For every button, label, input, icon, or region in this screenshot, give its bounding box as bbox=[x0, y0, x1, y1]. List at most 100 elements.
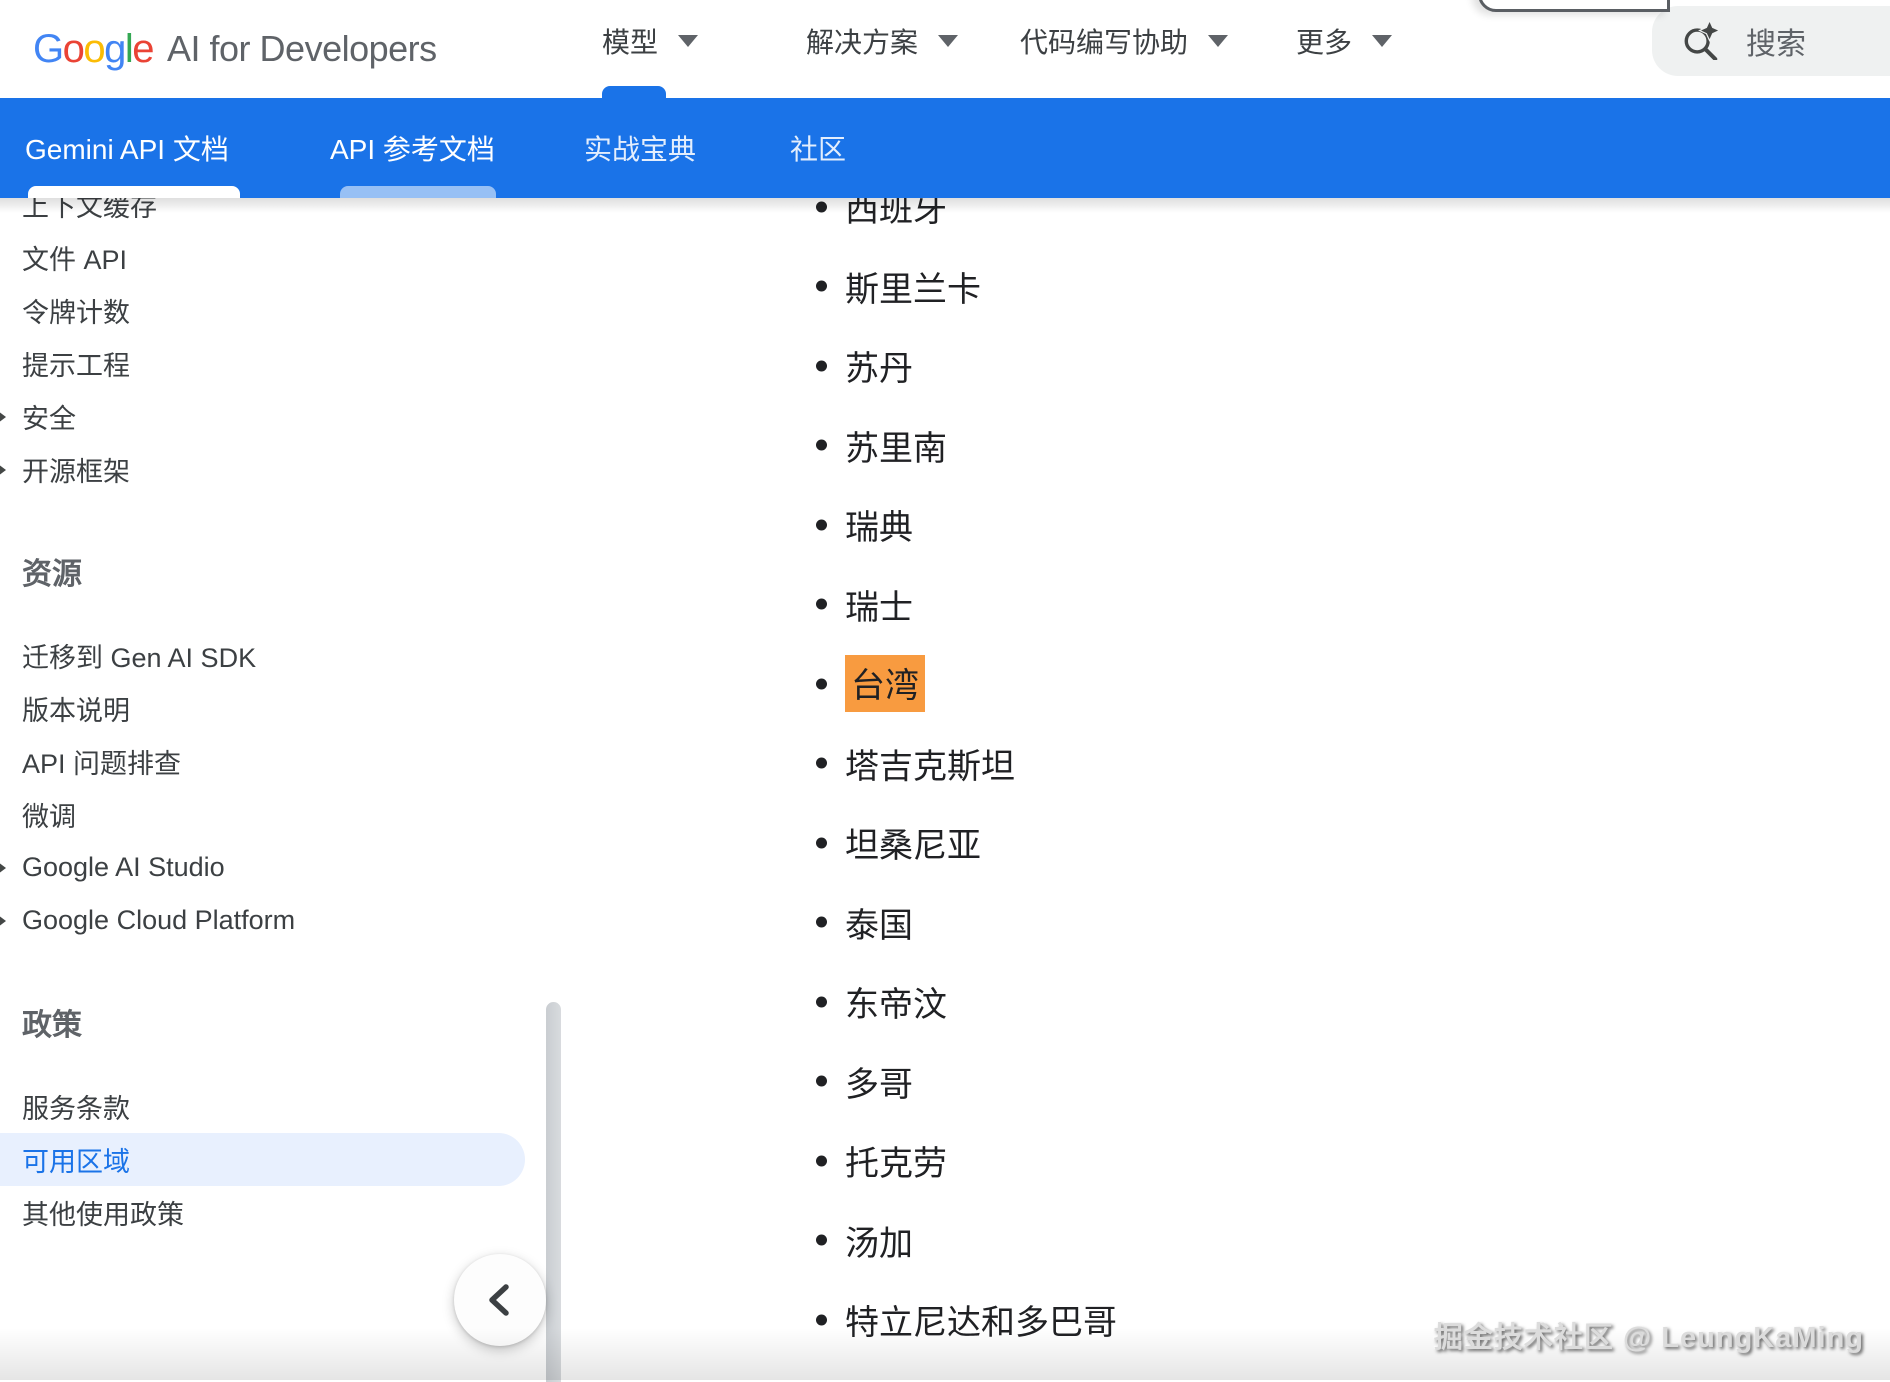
tab-3[interactable]: 实战宝典 bbox=[584, 98, 696, 198]
sidebar-section-title: 资源 bbox=[0, 541, 565, 601]
tab-underline bbox=[28, 186, 240, 198]
logo-letter: e bbox=[132, 27, 153, 71]
sidebar-item[interactable]: Google Cloud Platform bbox=[0, 894, 565, 947]
sidebar-nav: 上下文缓存文件 API 令牌计数提示工程安全开源框架资源迁移到 Gen AI SD… bbox=[0, 198, 565, 1380]
country-label: 特立尼达和多巴哥 bbox=[845, 1295, 1117, 1344]
sidebar-item-label: 上下文缓存 bbox=[22, 198, 157, 224]
chevron-down-icon bbox=[938, 35, 958, 47]
sidebar-item-label: 服务条款 bbox=[22, 1087, 130, 1126]
country-list-item: 泰国 bbox=[565, 883, 1890, 963]
collapse-sidebar-button[interactable] bbox=[454, 1254, 546, 1346]
country-list-item: 台湾 bbox=[565, 644, 1890, 724]
expand-arrow-icon[interactable] bbox=[0, 408, 6, 426]
top-header: Google AI for Developers 模型 解决方案 代码编写协助 更多 bbox=[0, 0, 1890, 98]
sidebar-item[interactable]: 上下文缓存 bbox=[0, 198, 565, 231]
sidebar-item-label: Google Cloud Platform bbox=[22, 905, 295, 936]
tab-4[interactable]: 社区 bbox=[790, 98, 846, 198]
country-label: 汤加 bbox=[845, 1216, 913, 1265]
tab-2[interactable]: API 参考文档 bbox=[330, 98, 495, 198]
country-list-item: 塔吉克斯坦 bbox=[565, 724, 1890, 804]
sidebar-section-list: 迁移到 Gen AI SDK 版本说明 API 问题排查微调 Google AI St… bbox=[0, 629, 565, 947]
sidebar-item-label: 微调 bbox=[22, 795, 76, 834]
top-nav-label: 更多 bbox=[1296, 21, 1352, 61]
sidebar-item[interactable]: 令牌计数 bbox=[0, 284, 565, 337]
search-label: 搜索 bbox=[1746, 19, 1806, 63]
sidebar-item-label: 迁移到 Gen AI SDK bbox=[22, 636, 256, 675]
sidebar-item-label: 安全 bbox=[22, 397, 76, 436]
top-nav-label: 解决方案 bbox=[806, 21, 918, 61]
tab-1[interactable]: Gemini API 文档 bbox=[25, 98, 229, 198]
country-label: 苏里南 bbox=[845, 421, 947, 470]
logo-letter: g bbox=[104, 27, 125, 71]
top-nav-1[interactable]: 模型 bbox=[602, 10, 698, 72]
sidebar-item[interactable]: 版本说明 bbox=[0, 682, 565, 735]
country-list-item: 西班牙 bbox=[565, 198, 1890, 247]
watermark: 掘金技术社区 @ LeungKaMing bbox=[1434, 1314, 1864, 1356]
sidebar-item[interactable]: 服务条款 bbox=[0, 1080, 565, 1133]
sidebar-item-label: Google AI Studio bbox=[22, 852, 225, 883]
logo-suffix: AI for Developers bbox=[167, 28, 437, 70]
main-content: 西班牙斯里兰卡苏丹苏里南瑞典瑞士台湾塔吉克斯坦坦桑尼亚泰国东帝汶多哥托克劳汤加特… bbox=[565, 198, 1890, 1380]
chevron-down-icon bbox=[1372, 35, 1392, 47]
chevron-down-icon bbox=[1208, 35, 1228, 47]
sidebar-item[interactable]: 可用区域 bbox=[0, 1133, 525, 1186]
top-nav-4[interactable]: 更多 bbox=[1296, 10, 1392, 72]
expand-arrow-icon[interactable] bbox=[0, 912, 6, 930]
ai-search-icon bbox=[1682, 22, 1720, 60]
google-logo: Google bbox=[33, 27, 153, 72]
country-label: 多哥 bbox=[845, 1057, 913, 1106]
sidebar-item[interactable]: 提示工程 bbox=[0, 337, 565, 390]
top-nav-2[interactable]: 解决方案 bbox=[806, 10, 958, 72]
chevron-left-icon bbox=[483, 1280, 517, 1320]
active-nav-indicator bbox=[602, 86, 666, 98]
sidebar-item[interactable]: 安全 bbox=[0, 390, 565, 443]
country-list-item: 瑞典 bbox=[565, 485, 1890, 565]
sidebar-item-label: API 问题排查 bbox=[22, 742, 181, 781]
sidebar-item[interactable]: API 问题排查 bbox=[0, 735, 565, 788]
sidebar-item[interactable]: 开源框架 bbox=[0, 443, 565, 496]
sidebar-item[interactable]: 文件 API bbox=[0, 231, 565, 284]
country-list-item: 斯里兰卡 bbox=[565, 247, 1890, 327]
expand-arrow-icon[interactable] bbox=[0, 859, 6, 877]
country-label: 托克劳 bbox=[845, 1136, 947, 1185]
sidebar-item-label: 版本说明 bbox=[22, 689, 130, 728]
country-label: 瑞士 bbox=[845, 580, 913, 629]
country-list-item: 苏里南 bbox=[565, 406, 1890, 486]
country-label: 斯里兰卡 bbox=[845, 262, 981, 311]
sidebar-item[interactable]: Google AI Studio bbox=[0, 841, 565, 894]
sidebar-item-label: 令牌计数 bbox=[22, 291, 130, 330]
expand-arrow-icon[interactable] bbox=[0, 461, 6, 479]
sidebar-item-label: 文件 API bbox=[22, 238, 127, 277]
sidebar-item-label: 开源框架 bbox=[22, 450, 130, 489]
country-label: 塔吉克斯坦 bbox=[845, 739, 1015, 788]
top-nav-3[interactable]: 代码编写协助 bbox=[1020, 10, 1228, 72]
sidebar-item-label: 其他使用政策 bbox=[22, 1193, 184, 1232]
country-list-item: 苏丹 bbox=[565, 326, 1890, 406]
logo-letter: o bbox=[83, 27, 104, 71]
tab-underline bbox=[340, 186, 496, 198]
chevron-down-icon bbox=[678, 35, 698, 47]
top-nav-label: 模型 bbox=[602, 21, 658, 61]
sidebar-item[interactable]: 迁移到 Gen AI SDK bbox=[0, 629, 565, 682]
sidebar-section-title: 政策 bbox=[0, 992, 565, 1052]
google-ai-developers-logo[interactable]: Google AI for Developers bbox=[33, 0, 437, 98]
country-list-item: 瑞士 bbox=[565, 565, 1890, 645]
country-label: 东帝汶 bbox=[845, 977, 947, 1026]
logo-letter: G bbox=[33, 27, 63, 71]
country-list-item: 多哥 bbox=[565, 1042, 1890, 1122]
country-label: 坦桑尼亚 bbox=[845, 818, 981, 867]
overlay-corner-box bbox=[1478, 0, 1670, 12]
sidebar-item[interactable]: 其他使用政策 bbox=[0, 1186, 565, 1239]
logo-letter: o bbox=[63, 27, 84, 71]
country-list-item: 东帝汶 bbox=[565, 962, 1890, 1042]
country-label: 泰国 bbox=[845, 898, 913, 947]
country-label: 苏丹 bbox=[845, 341, 913, 390]
sidebar-section-list: 服务条款可用区域其他使用政策 bbox=[0, 1080, 565, 1239]
sidebar-item[interactable]: 微调 bbox=[0, 788, 565, 841]
country-list-item: 坦桑尼亚 bbox=[565, 803, 1890, 883]
search-button[interactable]: 搜索 bbox=[1652, 6, 1890, 76]
country-label: 瑞典 bbox=[845, 500, 913, 549]
sidebar-item-label: 提示工程 bbox=[22, 344, 130, 383]
top-nav-label: 代码编写协助 bbox=[1020, 21, 1188, 61]
sidebar-scrollbar[interactable] bbox=[546, 1002, 561, 1382]
